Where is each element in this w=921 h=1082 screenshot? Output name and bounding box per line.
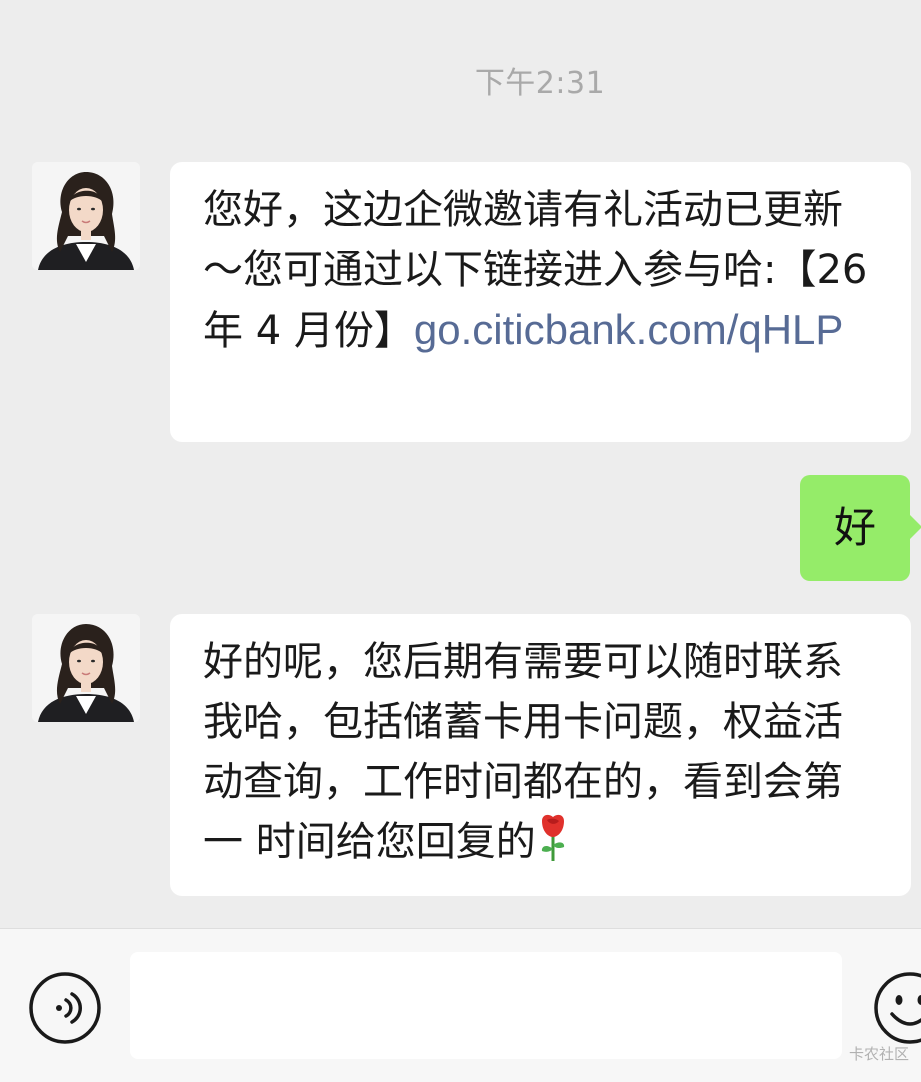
contact-avatar[interactable] — [32, 162, 140, 270]
message-input[interactable] — [130, 952, 842, 1059]
watermark: 卡农社区 — [849, 1043, 909, 1064]
rose-emoji-icon — [536, 813, 570, 880]
voice-icon[interactable] — [29, 972, 101, 1044]
message-text: 好的呢，您后期有需要可以随时联系我哈，包括储蓄卡用卡问题，权益活动查询，工作时间… — [203, 639, 843, 865]
message-timestamp: 下午2:31 — [0, 58, 921, 102]
chat-area: 下午2:31 您好，这边企微邀请有礼活动已更新～您可通过以下链接进入参与哈:【2… — [0, 0, 921, 930]
message-bubble-received[interactable]: 好的呢，您后期有需要可以随时联系我哈，包括储蓄卡用卡问题，权益活动查询，工作时间… — [170, 614, 911, 896]
message-link[interactable]: go.citicbank.com/qHLP — [414, 306, 844, 353]
emoji-icon[interactable] — [870, 972, 921, 1052]
message-text: 好 — [834, 503, 876, 552]
message-bubble-sent[interactable]: 好 — [800, 475, 910, 581]
contact-avatar[interactable] — [32, 614, 140, 722]
message-bubble-received[interactable]: 您好，这边企微邀请有礼活动已更新～您可通过以下链接进入参与哈:【26 年 4 月… — [170, 162, 911, 442]
input-bar: 卡农社区 — [0, 928, 921, 1082]
